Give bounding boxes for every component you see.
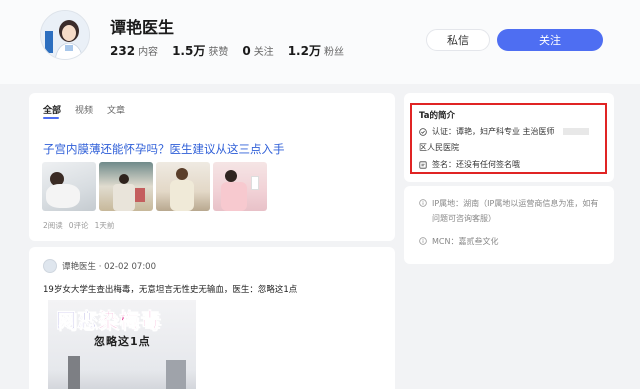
signature-icon bbox=[419, 160, 427, 169]
ip-location-text: IP属地：湖南（IP属地以运营商信息为准，如有问题可咨询客服） bbox=[432, 199, 599, 223]
thumbnail-image[interactable] bbox=[99, 162, 153, 211]
certification-text-cont: 区人民医院 bbox=[419, 143, 459, 152]
profile-header: 谭艳医生 232 内容 1.5万 获赞 0 关注 1.2万 粉丝 私信 关注 bbox=[0, 0, 640, 84]
redacted-text bbox=[562, 128, 589, 135]
feed-card: 全部 视频 文章 子宫内膜薄还能怀孕吗？医生建议从这三点入手 2阅读 0评论 1… bbox=[29, 93, 395, 241]
stat-content[interactable]: 232 内容 bbox=[110, 43, 158, 58]
certification-row-cont: 区人民医院 bbox=[419, 142, 459, 153]
certification-text: 认证：谭艳，妇产科专业 主治医师 bbox=[432, 127, 555, 136]
tab-active-indicator bbox=[43, 117, 59, 119]
info-icon bbox=[419, 237, 427, 245]
about-title: Ta的简介 bbox=[419, 111, 455, 121]
post-cover-image[interactable]: 网恋染梅毒 忽略这1点 bbox=[48, 300, 196, 389]
feed-card: 谭艳医生 · 02-02 07:00 19岁女大学生查出梅毒，无意坦言无性史无输… bbox=[29, 247, 395, 389]
follow-button[interactable]: 关注 bbox=[497, 29, 603, 51]
tab-all[interactable]: 全部 bbox=[43, 103, 61, 116]
info-icon bbox=[419, 199, 427, 207]
post-meta: 2阅读 0评论 1天前 bbox=[43, 220, 114, 231]
read-count: 2阅读 bbox=[43, 221, 63, 230]
tab-video[interactable]: 视频 bbox=[75, 103, 93, 116]
profile-stats: 232 内容 1.5万 获赞 0 关注 1.2万 粉丝 bbox=[110, 42, 344, 59]
content-tabs: 全部 视频 文章 bbox=[43, 103, 125, 116]
thumbnail-image[interactable] bbox=[156, 162, 210, 211]
ip-row: IP属地：湖南（IP属地以运营商信息为准，如有问题可咨询客服） bbox=[419, 196, 607, 226]
thumbnail-image[interactable] bbox=[213, 162, 267, 211]
verified-icon bbox=[419, 127, 427, 136]
cover-title: 网恋染梅毒 bbox=[56, 308, 161, 333]
avatar[interactable] bbox=[40, 10, 90, 60]
stat-likes: 1.5万 获赞 bbox=[172, 44, 229, 58]
stat-following[interactable]: 0 关注 bbox=[242, 43, 273, 58]
author-avatar[interactable] bbox=[43, 259, 57, 273]
comment-count[interactable]: 0评论 bbox=[69, 220, 89, 231]
certification-row: 认证：谭艳，妇产科专业 主治医师 bbox=[419, 126, 589, 137]
signature-row: 签名：还没有任何签名哦 bbox=[419, 159, 520, 170]
message-button[interactable]: 私信 bbox=[426, 29, 490, 51]
post-author-line: 谭艳医生 · 02-02 07:00 bbox=[62, 262, 157, 272]
post-text[interactable]: 19岁女大学生查出梅毒，无意坦言无性史无输血，医生：忽略这1点 bbox=[43, 283, 297, 295]
stat-followers[interactable]: 1.2万 粉丝 bbox=[288, 42, 344, 59]
profile-name: 谭艳医生 bbox=[110, 18, 175, 37]
mcn-text: MCN：嘉贰叁文化 bbox=[432, 237, 499, 246]
thumbnail-image[interactable] bbox=[42, 162, 96, 211]
post-thumbnails[interactable] bbox=[42, 162, 267, 211]
cover-subtitle: 忽略这1点 bbox=[94, 335, 151, 348]
mcn-row: MCN：嘉贰叁文化 bbox=[419, 234, 498, 249]
post-time: 1天前 bbox=[94, 221, 115, 230]
signature-text: 签名：还没有任何签名哦 bbox=[432, 160, 520, 169]
post-title-link[interactable]: 子宫内膜薄还能怀孕吗？医生建议从这三点入手 bbox=[43, 141, 285, 157]
tab-article[interactable]: 文章 bbox=[107, 103, 125, 116]
